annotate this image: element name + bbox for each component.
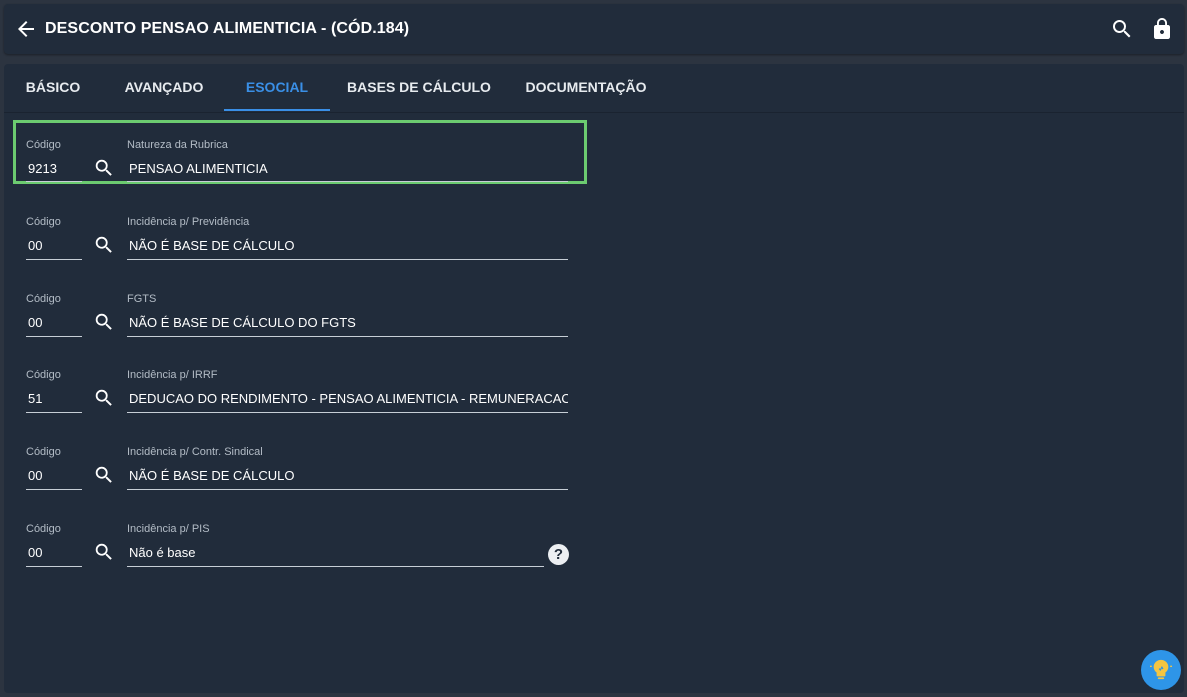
search-icon[interactable] [1110, 17, 1134, 41]
desc-input[interactable]: NÃO É BASE DE CÁLCULO [129, 468, 568, 483]
desc-underline [127, 181, 568, 182]
field-row-natureza: Código 9213 Natureza da Rubrica PENSAO A… [4, 138, 604, 198]
lightbulb-icon [1150, 659, 1172, 680]
code-underline [26, 489, 82, 490]
desc-input[interactable]: Não é base [129, 545, 544, 560]
field-row-sindical: Código 00 Incidência p/ Contr. Sindical … [4, 445, 604, 505]
desc-label: Incidência p/ IRRF [127, 369, 218, 381]
field-row-irrf: Código 51 Incidência p/ IRRF DEDUCAO DO … [4, 368, 604, 428]
code-label: Código [26, 216, 61, 228]
code-label: Código [26, 523, 61, 535]
search-icon[interactable] [93, 541, 115, 563]
search-icon[interactable] [93, 464, 115, 486]
code-input[interactable]: 00 [28, 238, 82, 253]
code-label: Código [26, 293, 61, 305]
lock-icon[interactable] [1150, 16, 1174, 42]
code-underline [26, 259, 82, 260]
desc-underline [127, 412, 568, 413]
search-icon[interactable] [93, 234, 115, 256]
code-label: Código [26, 139, 61, 151]
tab-bar: BÁSICO AVANÇADO ESOCIAL BASES DE CÁLCULO… [4, 64, 1184, 113]
field-row-fgts: Código 00 FGTS NÃO É BASE DE CÁLCULO DO … [4, 292, 604, 352]
desc-underline [127, 489, 568, 490]
code-underline [26, 336, 82, 337]
tab-esocial[interactable]: ESOCIAL [224, 64, 330, 112]
tab-bases-de-calculo[interactable]: BASES DE CÁLCULO [342, 64, 496, 112]
desc-label: FGTS [127, 293, 157, 305]
code-label: Código [26, 369, 61, 381]
code-input[interactable]: 00 [28, 468, 82, 483]
lightbulb-button[interactable] [1141, 650, 1181, 690]
tab-avancado[interactable]: AVANÇADO [112, 64, 216, 112]
desc-underline [127, 336, 568, 337]
field-row-previdencia: Código 00 Incidência p/ Previdência NÃO … [4, 215, 604, 275]
desc-input[interactable]: NÃO É BASE DE CÁLCULO [129, 238, 568, 253]
code-label: Código [26, 446, 61, 458]
desc-input[interactable]: NÃO É BASE DE CÁLCULO DO FGTS [129, 315, 568, 330]
search-icon[interactable] [93, 311, 115, 333]
code-underline [26, 181, 82, 182]
main-card: BÁSICO AVANÇADO ESOCIAL BASES DE CÁLCULO… [4, 64, 1184, 693]
tab-documentacao[interactable]: DOCUMENTAÇÃO [518, 64, 654, 112]
arrow-back-icon[interactable] [14, 17, 38, 41]
search-icon[interactable] [93, 387, 115, 409]
code-input[interactable]: 51 [28, 391, 82, 406]
help-icon[interactable]: ? [548, 544, 569, 565]
desc-label: Incidência p/ PIS [127, 523, 210, 535]
code-input[interactable]: 00 [28, 545, 82, 560]
page-title: DESCONTO PENSAO ALIMENTICIA - (CÓD.184) [45, 20, 410, 37]
desc-label: Natureza da Rubrica [127, 139, 228, 151]
desc-underline [127, 566, 544, 567]
field-row-pis: Código 00 Incidência p/ PIS Não é base [4, 522, 604, 602]
tab-basico[interactable]: BÁSICO [14, 64, 92, 112]
code-underline [26, 566, 82, 567]
desc-underline [127, 259, 568, 260]
code-input[interactable]: 00 [28, 315, 82, 330]
active-tab-indicator [224, 109, 330, 111]
desc-input[interactable]: DEDUCAO DO RENDIMENTO - PENSAO ALIMENTIC… [129, 391, 568, 406]
app-header: DESCONTO PENSAO ALIMENTICIA - (CÓD.184) [4, 4, 1184, 54]
desc-label: Incidência p/ Previdência [127, 216, 250, 228]
code-underline [26, 412, 82, 413]
desc-label: Incidência p/ Contr. Sindical [127, 446, 263, 458]
desc-input[interactable]: PENSAO ALIMENTICIA [129, 161, 568, 176]
code-input[interactable]: 9213 [28, 161, 82, 176]
search-icon[interactable] [93, 157, 115, 179]
